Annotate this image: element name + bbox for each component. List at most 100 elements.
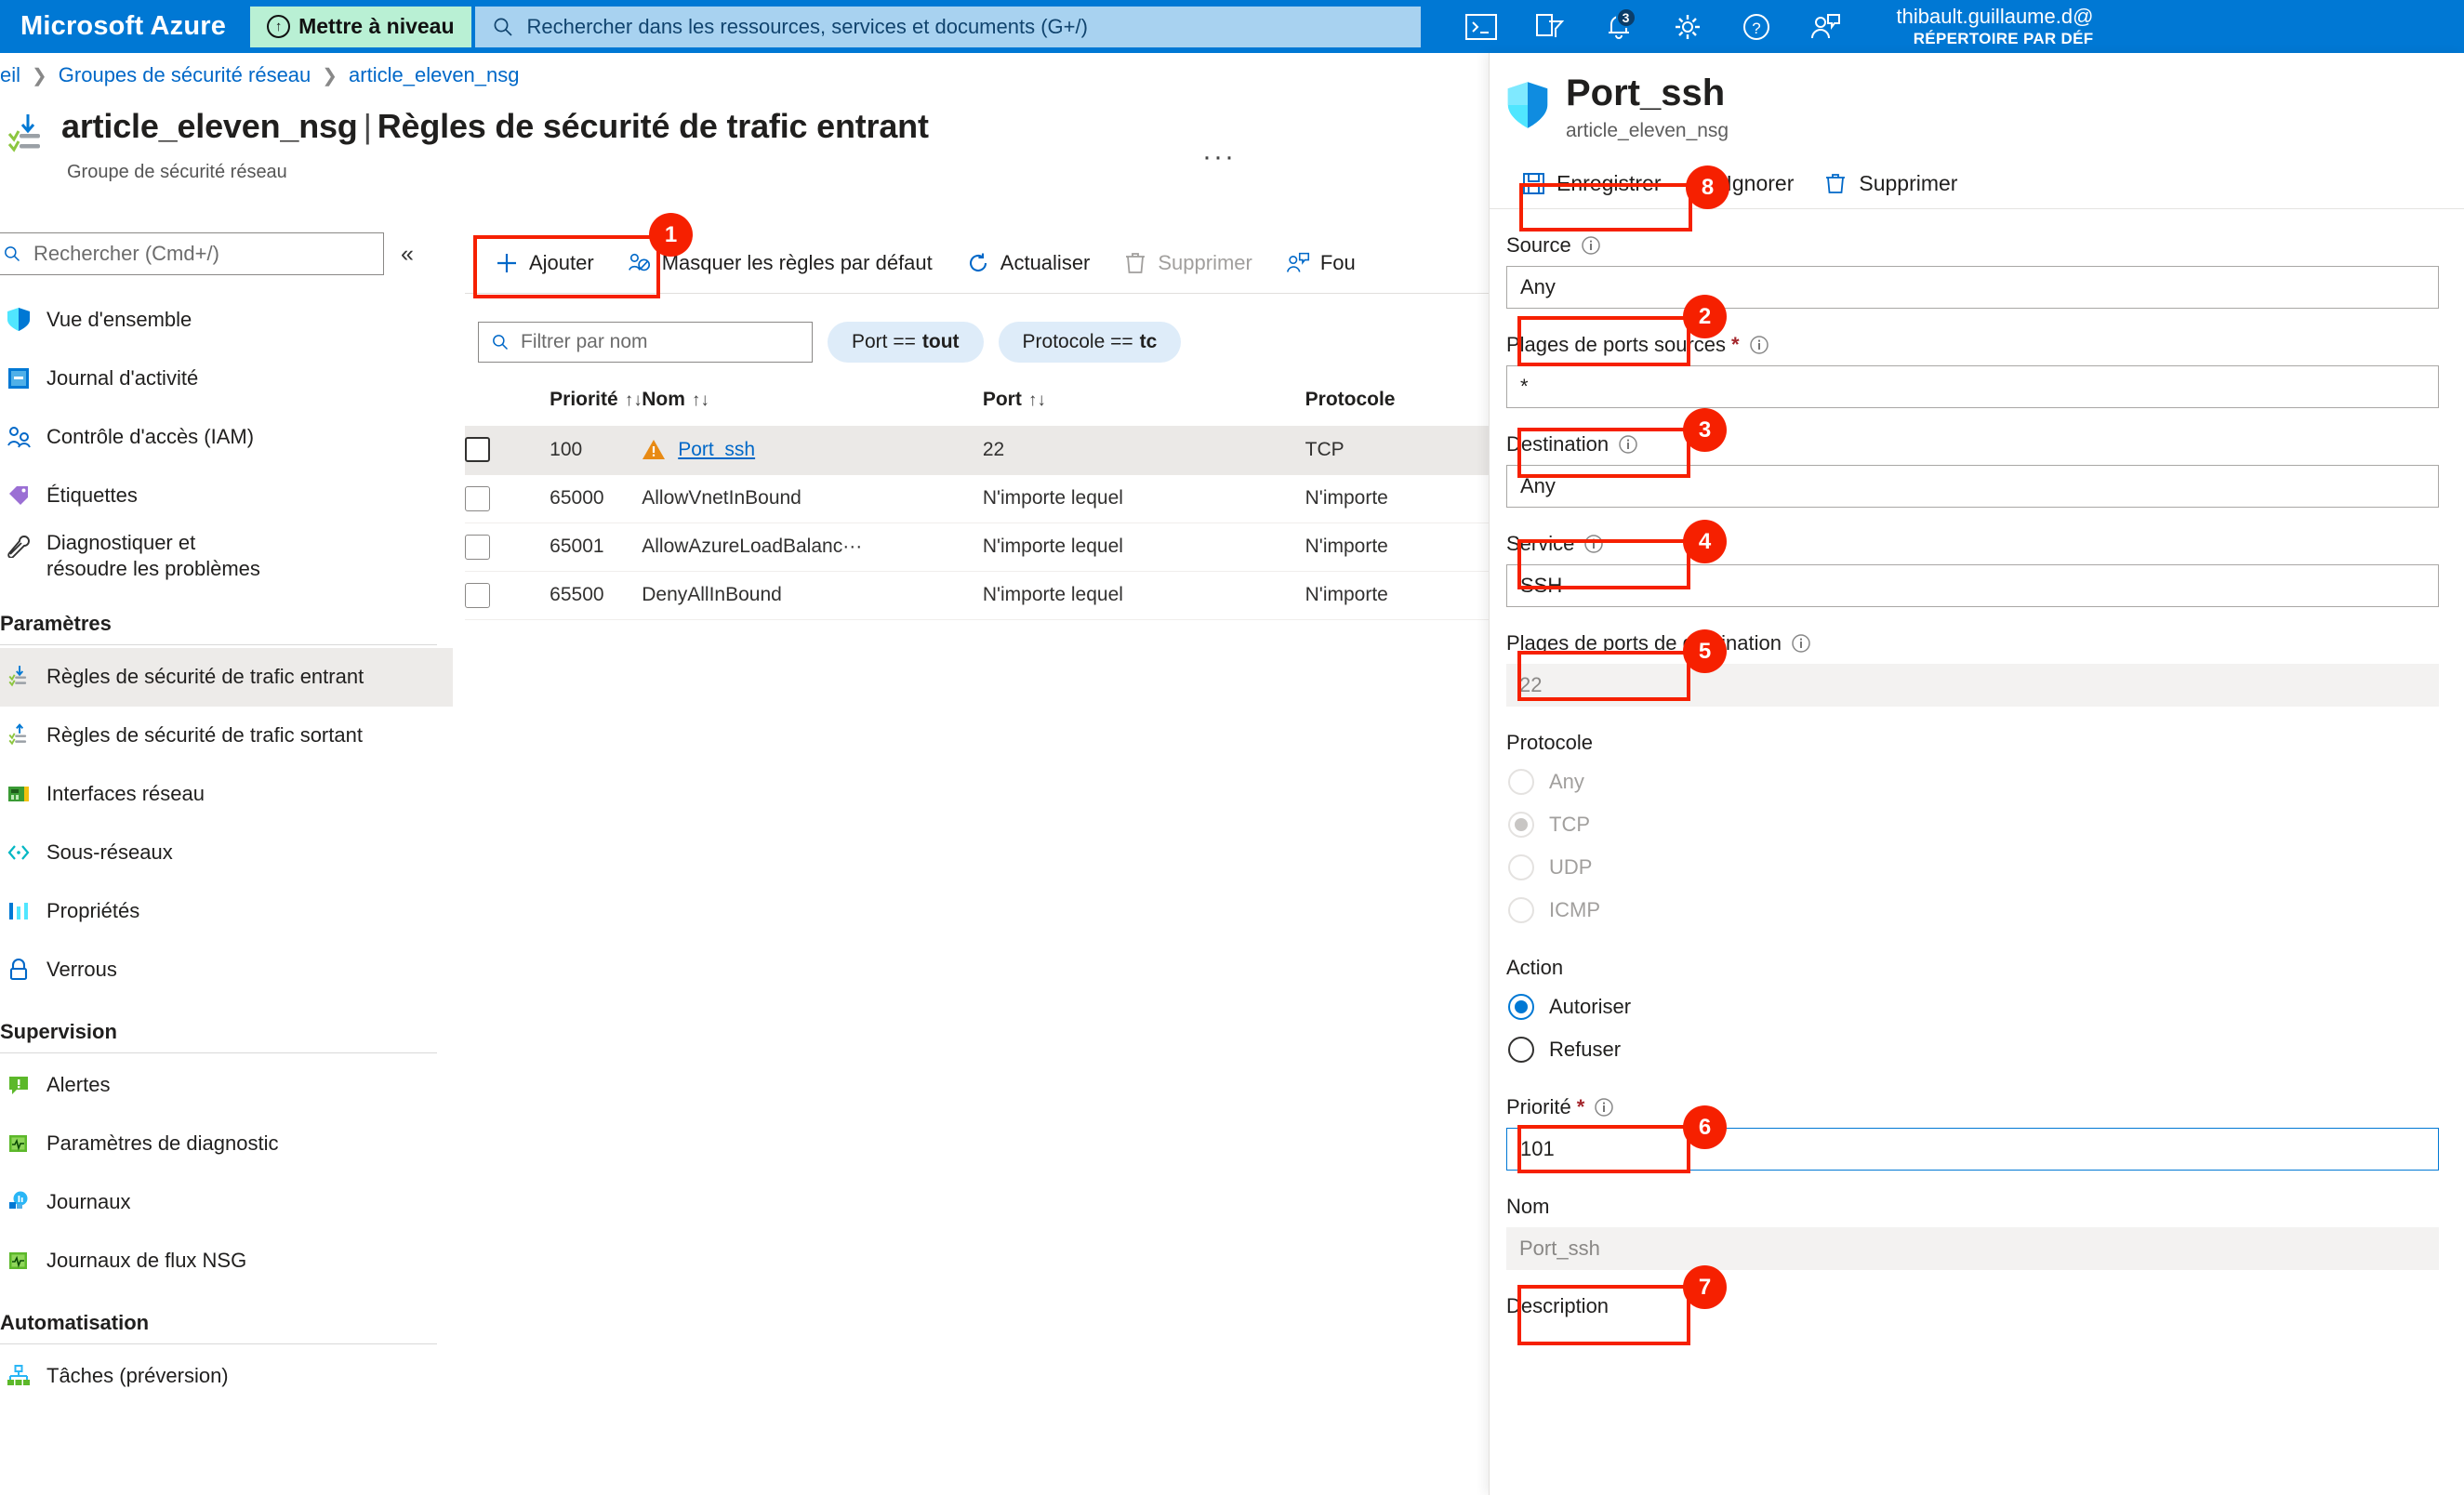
table-row[interactable]: 65001 AllowAzureLoadBalanc··· N'importe … bbox=[465, 523, 1489, 571]
top-navigation-bar: Microsoft Azure ↑ Mettre à niveau Recher… bbox=[0, 0, 2464, 53]
protocol-option-label: ICMP bbox=[1549, 898, 1600, 922]
panel-delete-button[interactable]: Supprimer bbox=[1808, 159, 1972, 209]
sidebar-item-outbound-rules[interactable]: Règles de sécurité de trafic sortant bbox=[0, 707, 453, 765]
action-allow-radio[interactable]: Autoriser bbox=[1506, 986, 2464, 1028]
sidebar-item-locks[interactable]: Verrous bbox=[0, 941, 453, 999]
sidebar-item-network-interfaces[interactable]: Interfaces réseau bbox=[0, 765, 453, 824]
settings-gear-icon[interactable] bbox=[1653, 0, 1722, 53]
service-field-group: Service SSH bbox=[1490, 508, 2464, 607]
destination-input[interactable]: Any bbox=[1506, 465, 2439, 508]
save-button-label: Enregistrer bbox=[1557, 171, 1661, 196]
name-filter-input[interactable]: Filtrer par nom bbox=[478, 322, 813, 363]
table-row[interactable]: 65000 AllowVnetInBound N'importe lequel … bbox=[465, 474, 1489, 523]
sidebar-item-label: Étiquettes bbox=[46, 483, 138, 508]
sidebar-item-tags[interactable]: Étiquettes bbox=[0, 466, 453, 524]
feedback-person-icon[interactable] bbox=[1791, 0, 1860, 53]
page-title-section: Règles de sécurité de trafic entrant bbox=[378, 107, 929, 145]
sidebar-item-logs[interactable]: Journaux bbox=[0, 1173, 453, 1232]
source-port-ranges-input[interactable]: * bbox=[1506, 365, 2439, 408]
column-header-protocol[interactable]: Protocole bbox=[1305, 383, 1489, 426]
row-checkbox[interactable] bbox=[465, 535, 490, 560]
radio-indicator bbox=[1508, 994, 1534, 1020]
cell-priority: 65500 bbox=[550, 571, 642, 619]
user-directory: RÉPERTOIRE PAR DÉF bbox=[1897, 30, 2094, 49]
info-icon[interactable] bbox=[1749, 335, 1769, 355]
sidebar-item-alerts[interactable]: Alertes bbox=[0, 1056, 453, 1115]
row-checkbox-cell[interactable] bbox=[465, 474, 550, 523]
row-checkbox-cell[interactable] bbox=[465, 571, 550, 619]
sidebar-item-overview[interactable]: Vue d'ensemble bbox=[0, 290, 453, 349]
name-label-row: Nom bbox=[1506, 1195, 2464, 1219]
sidebar-search-input[interactable]: Rechercher (Cmd+/) bbox=[0, 232, 384, 275]
user-account-info[interactable]: thibault.guillaume.d@ RÉPERTOIRE PAR DÉF bbox=[1897, 5, 2094, 49]
sidebar-item-activity-log[interactable]: Journal d'activité bbox=[0, 349, 453, 407]
row-checkbox-cell[interactable] bbox=[465, 523, 550, 571]
filter-pill-protocol[interactable]: Protocole == tc bbox=[999, 322, 1182, 363]
column-header-port[interactable]: Port↑↓ bbox=[983, 383, 1305, 426]
upgrade-button[interactable]: ↑ Mettre à niveau bbox=[250, 7, 470, 47]
table-row[interactable]: 65500 DenyAllInBound N'importe lequel N'… bbox=[465, 571, 1489, 619]
action-deny-radio[interactable]: Refuser bbox=[1506, 1028, 2464, 1071]
delete-button: Supprimer bbox=[1106, 232, 1268, 294]
column-header-name[interactable]: Nom↑↓ bbox=[642, 383, 983, 426]
row-checkbox[interactable] bbox=[465, 583, 490, 608]
priority-input[interactable]: 101 bbox=[1506, 1128, 2439, 1171]
cell-name: Port_ssh bbox=[642, 426, 983, 474]
sidebar-item-nsg-flow-logs[interactable]: Journaux de flux NSG bbox=[0, 1232, 453, 1290]
breadcrumb-item-current-nsg[interactable]: article_eleven_nsg bbox=[349, 63, 519, 87]
source-input[interactable]: Any bbox=[1506, 266, 2439, 309]
sidebar-item-inbound-rules[interactable]: Règles de sécurité de trafic entrant bbox=[0, 648, 453, 707]
info-icon[interactable] bbox=[1583, 534, 1604, 554]
column-header-priority[interactable]: Priorité↑↓ bbox=[550, 383, 642, 426]
radio-indicator bbox=[1508, 812, 1534, 838]
breadcrumb-item-nsg-list[interactable]: Groupes de sécurité réseau bbox=[59, 63, 311, 87]
filter-pill-port[interactable]: Port == tout bbox=[828, 322, 984, 363]
directory-filter-icon[interactable] bbox=[1516, 0, 1584, 53]
destination-port-ranges-input: 22 bbox=[1506, 664, 2439, 707]
subnet-icon bbox=[6, 840, 32, 866]
info-icon[interactable] bbox=[1791, 633, 1811, 654]
notifications-bell-icon[interactable]: 3 bbox=[1584, 0, 1653, 53]
sidebar-item-properties[interactable]: Propriétés bbox=[0, 882, 453, 941]
save-button[interactable]: Enregistrer bbox=[1506, 159, 1676, 209]
row-checkbox[interactable] bbox=[465, 486, 490, 511]
add-button[interactable]: Ajouter bbox=[478, 232, 611, 294]
divider bbox=[0, 1343, 437, 1344]
info-icon[interactable] bbox=[1618, 434, 1638, 455]
cell-port: N'importe lequel bbox=[983, 571, 1305, 619]
cloud-shell-icon[interactable] bbox=[1447, 0, 1516, 53]
breadcrumb-item-home[interactable]: eil bbox=[0, 63, 20, 87]
page-more-actions-button[interactable]: ··· bbox=[1202, 141, 1236, 173]
sidebar-item-label: Journaux de flux NSG bbox=[46, 1249, 246, 1273]
global-search-input[interactable]: Rechercher dans les ressources, services… bbox=[475, 7, 1421, 47]
name-field-group: Nom Port_ssh bbox=[1490, 1171, 2464, 1270]
sidebar-item-diagnose-solve[interactable]: Diagnostiquer et résoudre les problèmes bbox=[0, 524, 453, 591]
info-icon[interactable] bbox=[1594, 1097, 1614, 1118]
sidebar-item-access-control[interactable]: Contrôle d'accès (IAM) bbox=[0, 407, 453, 466]
service-label-row: Service bbox=[1506, 532, 2464, 556]
filter-row: Filtrer par nom Port == tout Protocole =… bbox=[465, 294, 1489, 363]
cell-protocol: TCP bbox=[1305, 426, 1489, 474]
sidebar-item-label: Verrous bbox=[46, 958, 117, 982]
chevron-double-left-icon[interactable]: « bbox=[401, 241, 414, 268]
refresh-button[interactable]: Actualiser bbox=[949, 232, 1107, 294]
sidebar-item-label: Interfaces réseau bbox=[46, 782, 205, 806]
row-checkbox-cell[interactable] bbox=[465, 426, 550, 474]
tag-icon bbox=[6, 483, 32, 509]
rule-name-link[interactable]: Port_ssh bbox=[678, 439, 755, 461]
sidebar-item-diagnostic-settings[interactable]: Paramètres de diagnostic bbox=[0, 1115, 453, 1173]
info-icon[interactable] bbox=[1581, 235, 1601, 256]
azure-brand-logo[interactable]: Microsoft Azure bbox=[0, 11, 250, 42]
protocol-radio-udp: UDP bbox=[1506, 846, 2464, 889]
table-row[interactable]: 100 Port_ssh 22 TCP bbox=[465, 426, 1489, 474]
help-question-icon[interactable]: ? bbox=[1722, 0, 1791, 53]
sidebar-item-subnets[interactable]: Sous-réseaux bbox=[0, 824, 453, 882]
sidebar-item-tasks[interactable]: Tâches (préversion) bbox=[0, 1347, 453, 1406]
protocol-radio-tcp: TCP bbox=[1506, 803, 2464, 846]
filter-pill-protocol-label: Protocole == bbox=[1023, 331, 1133, 353]
destination-field-group: Destination Any bbox=[1490, 408, 2464, 508]
service-input[interactable]: SSH bbox=[1506, 564, 2439, 607]
row-checkbox[interactable] bbox=[465, 437, 490, 462]
give-feedback-button[interactable]: Fou bbox=[1269, 232, 1372, 294]
priority-value: 101 bbox=[1520, 1137, 1555, 1161]
